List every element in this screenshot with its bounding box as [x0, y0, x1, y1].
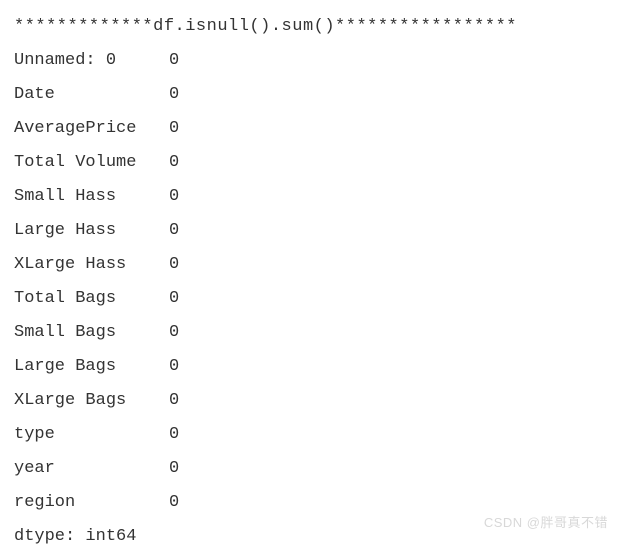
row-value: 0 [169, 214, 179, 248]
data-row: AveragePrice 0 [14, 112, 608, 146]
row-label: Large Hass [14, 214, 169, 248]
data-row: Unnamed: 0 0 [14, 44, 608, 78]
row-value: 0 [169, 282, 179, 316]
row-value: 0 [169, 452, 179, 486]
row-value: 0 [169, 78, 179, 112]
row-label: Small Bags [14, 316, 169, 350]
row-value: 0 [169, 248, 179, 282]
row-label: Large Bags [14, 350, 169, 384]
row-value: 0 [169, 316, 179, 350]
row-label: type [14, 418, 169, 452]
row-label: region [14, 486, 169, 520]
row-label: Total Volume [14, 146, 169, 180]
row-label: XLarge Hass [14, 248, 169, 282]
data-row: Large Hass 0 [14, 214, 608, 248]
row-value: 0 [169, 486, 179, 520]
output-header: *************df.isnull().sum()**********… [14, 10, 608, 44]
data-row: Small Hass 0 [14, 180, 608, 214]
row-label: AveragePrice [14, 112, 169, 146]
row-value: 0 [169, 384, 179, 418]
data-row: type 0 [14, 418, 608, 452]
data-row: Total Volume 0 [14, 146, 608, 180]
row-value: 0 [169, 112, 179, 146]
row-label: Small Hass [14, 180, 169, 214]
row-label: XLarge Bags [14, 384, 169, 418]
row-label: Total Bags [14, 282, 169, 316]
data-row: XLarge Bags 0 [14, 384, 608, 418]
row-label: Unnamed: 0 [14, 44, 169, 78]
data-row: XLarge Hass 0 [14, 248, 608, 282]
watermark: CSDN @胖哥真不错 [484, 510, 608, 536]
data-row: Date 0 [14, 78, 608, 112]
row-value: 0 [169, 350, 179, 384]
data-row: Total Bags 0 [14, 282, 608, 316]
row-value: 0 [169, 44, 179, 78]
row-label: Date [14, 78, 169, 112]
row-label: year [14, 452, 169, 486]
data-row: Large Bags 0 [14, 350, 608, 384]
data-row: year 0 [14, 452, 608, 486]
row-value: 0 [169, 146, 179, 180]
data-row: Small Bags 0 [14, 316, 608, 350]
row-value: 0 [169, 180, 179, 214]
row-value: 0 [169, 418, 179, 452]
